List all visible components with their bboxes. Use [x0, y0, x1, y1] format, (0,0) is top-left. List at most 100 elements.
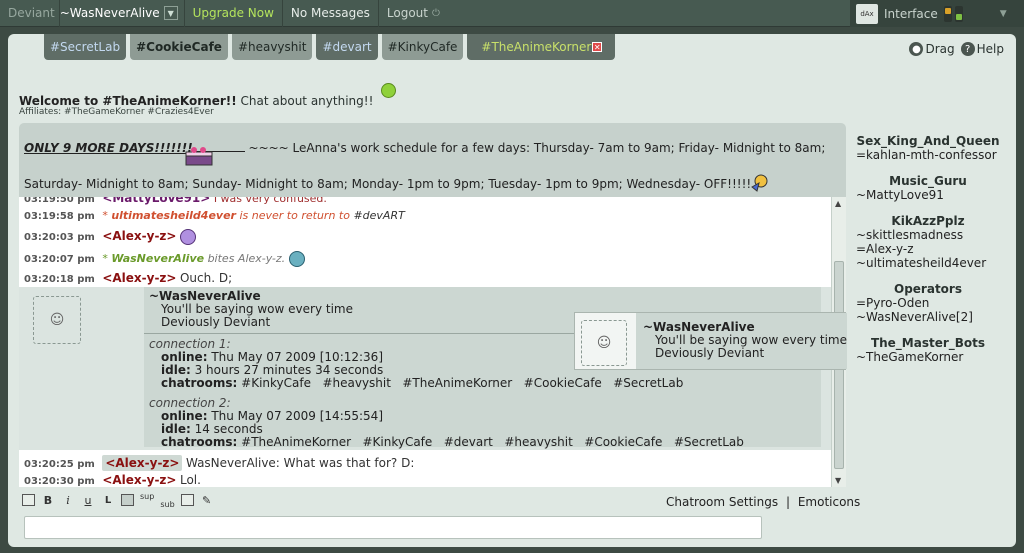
nickname[interactable]: ultimatesheild4ever — [111, 209, 236, 222]
timestamp: 03:20:18 pm — [24, 274, 95, 285]
nickname[interactable]: <Alex-y-z> — [102, 455, 183, 471]
message-text: I was very confused. — [213, 197, 327, 205]
topic-line-2: Saturday- Midnight to 8am; Sunday- Midni… — [24, 177, 752, 191]
member-item[interactable]: ~TheGameKorner — [853, 350, 1003, 364]
scroll-down-icon[interactable]: ▼ — [835, 476, 841, 485]
paragraph-icon[interactable] — [22, 494, 35, 506]
interface-menu[interactable]: dAx Interface ▼ — [850, 0, 1024, 27]
teal-emoticon-icon — [288, 251, 305, 267]
drag-button[interactable]: ● Drag — [909, 42, 955, 56]
whois-tagline-1: You'll be saying wow every time — [161, 302, 353, 316]
brand-label: Deviant — [0, 0, 60, 27]
scroll-up-icon[interactable]: ▲ — [835, 199, 841, 208]
interface-label: Interface — [884, 6, 938, 21]
log-message: 03:19:50 pm <MattyLove91> I was very con… — [24, 197, 327, 205]
image-icon[interactable] — [121, 494, 134, 506]
label-chatrooms: chatrooms: — [161, 435, 238, 449]
bold-button[interactable]: B — [41, 493, 55, 507]
subscript-button[interactable]: sub — [160, 497, 174, 511]
emoticons-link[interactable]: Emoticons — [798, 495, 860, 509]
tab-theanimekorner[interactable]: #TheAnimeKorner ✕ — [467, 34, 616, 60]
tooltip-name[interactable]: ~WasNeverAlive — [643, 320, 755, 334]
close-icon[interactable]: ✕ — [592, 42, 603, 52]
divider — [144, 333, 574, 334]
tooltip-tagline-1: You'll be saying wow every time — [655, 333, 847, 347]
link-button[interactable]: L — [101, 493, 115, 507]
welcome-title: Welcome to #TheAnimeKorner!! — [19, 94, 237, 108]
member-item[interactable]: =kahlan-mth-confessor — [853, 148, 1003, 162]
connection-2-online: Thu May 07 2009 [14:55:54] — [211, 409, 384, 423]
toggle-green-icon[interactable] — [954, 5, 963, 22]
connection-2-chatrooms[interactable]: #TheAnimeKorner #KinkyCafe #devart #heav… — [241, 435, 744, 449]
chatroom-settings-link[interactable]: Chatroom Settings — [666, 495, 778, 509]
room-link[interactable]: #devART — [353, 209, 404, 222]
nickname[interactable]: WasNeverAlive — [111, 252, 204, 265]
connection-1-chatrooms[interactable]: #KinkyCafe #heavyshit #TheAnimeKorner #C… — [241, 376, 683, 390]
room-topic: ONLY 9 MORE DAYS!!!!!!! ~~~~ LeAnna's wo… — [19, 123, 846, 197]
action-text: is never to return to — [239, 209, 350, 222]
tab-heavyshit[interactable]: #heavyshit — [231, 34, 313, 60]
timestamp: 03:20:25 pm — [24, 459, 95, 470]
whois-tagline-2: Deviously Deviant — [161, 315, 271, 329]
room-welcome: Welcome to #TheAnimeKorner!! Chat about … — [19, 94, 373, 108]
superscript-button[interactable]: sup — [140, 489, 154, 503]
help-button[interactable]: ? Help — [960, 42, 1004, 56]
chevron-down-icon[interactable]: ▼ — [1000, 9, 1007, 19]
label-online: online: — [161, 350, 208, 364]
member-item[interactable]: =Pyro-Oden — [853, 296, 1003, 310]
tooltip-details: ~WasNeverAlive You'll be saying wow ever… — [636, 313, 847, 369]
messages-link[interactable]: No Messages — [283, 0, 379, 27]
code-icon[interactable] — [180, 494, 194, 506]
brush-icon[interactable]: ✎ — [200, 493, 214, 507]
underline-button[interactable]: u — [81, 493, 95, 507]
username-link[interactable]: ~WasNeverAlive — [60, 0, 164, 27]
italic-button[interactable]: i — [61, 493, 75, 507]
member-item[interactable]: ~ultimatesheild4ever — [853, 256, 1003, 270]
group-title: Music_Guru — [889, 174, 967, 188]
topic-schedule: ~~~~ LeAnna's work schedule for a few da… — [248, 141, 826, 155]
member-item[interactable]: ~WasNeverAlive[2] — [853, 310, 1003, 324]
cake-icon — [185, 147, 213, 166]
label-chatrooms: chatrooms: — [161, 376, 238, 390]
top-bar: Deviant ~WasNeverAlive ▼ Upgrade Now No … — [0, 0, 1024, 27]
user-dropdown-icon[interactable]: ▼ — [163, 6, 178, 20]
tab-kinkycafe[interactable]: #KinkyCafe — [381, 34, 464, 60]
message-text: WasNeverAlive: What was that for? D: — [185, 456, 415, 470]
message-text: Ouch. D; — [179, 271, 233, 285]
nickname[interactable]: <Alex-y-z> — [102, 271, 176, 285]
label-idle: idle: — [161, 363, 191, 377]
user-tooltip: ☺ ~WasNeverAlive You'll be saying wow ev… — [574, 312, 847, 370]
tab-secretlab[interactable]: #SecretLab — [44, 34, 127, 60]
tab-devart[interactable]: #devart — [316, 34, 378, 60]
timestamp: 03:20:07 pm — [24, 254, 95, 265]
room-affiliates: Affiliates: #TheGameKorner #Crazies4Ever — [19, 107, 214, 117]
timestamp: 03:20:03 pm — [24, 232, 95, 243]
whois-name[interactable]: ~WasNeverAlive — [149, 289, 261, 303]
tab-active-label: #TheAnimeKorner — [481, 40, 592, 54]
log-message: 03:20:18 pm <Alex-y-z> Ouch. D; — [24, 271, 232, 285]
tab-cookiecafe[interactable]: #CookieCafe — [130, 34, 228, 60]
action-star: * — [102, 252, 108, 265]
drag-help-controls: ● Drag ? Help — [909, 42, 1004, 56]
nickname[interactable]: <Alex-y-z> — [102, 229, 176, 243]
logout-link[interactable]: Logout ⏻ — [379, 0, 448, 27]
member-item[interactable]: ~MattyLove91 — [853, 188, 1003, 202]
connection-1-idle: 3 hours 27 minutes 34 seconds — [194, 363, 384, 377]
connection-1-online: Thu May 07 2009 [10:12:36] — [211, 350, 384, 364]
member-item[interactable]: =Alex-y-z — [853, 242, 1003, 256]
nickname[interactable]: <Alex-y-z> — [102, 473, 176, 487]
help-icon: ? — [960, 42, 975, 56]
drag-label: Drag — [925, 42, 955, 56]
member-item[interactable]: ~skittlesmadness — [853, 228, 1003, 242]
label-online: online: — [161, 409, 208, 423]
drag-icon: ● — [909, 42, 924, 56]
logout-label: Logout — [386, 6, 428, 20]
toggle-orange-icon[interactable] — [943, 5, 952, 22]
log-action: 03:19:58 pm * ultimatesheild4ever is nev… — [24, 209, 405, 222]
upgrade-link[interactable]: Upgrade Now — [183, 0, 283, 27]
separator: | — [785, 495, 790, 509]
message-input[interactable] — [24, 516, 762, 539]
nickname[interactable]: <MattyLove91> — [102, 197, 210, 205]
tooltip-tagline-2: Deviously Deviant — [655, 346, 765, 360]
topic-countdown: ONLY 9 MORE DAYS!!!!!!! — [24, 141, 193, 155]
